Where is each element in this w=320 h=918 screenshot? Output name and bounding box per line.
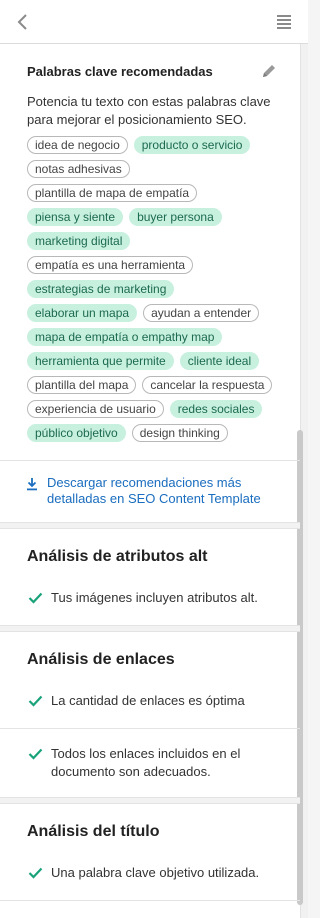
check-icon: [28, 591, 43, 604]
keyword-tag[interactable]: experiencia de usuario: [27, 400, 164, 418]
download-recommendations-link[interactable]: Descargar recomendaciones más detalladas…: [47, 475, 277, 507]
keyword-tag[interactable]: notas adhesivas: [27, 160, 130, 178]
keyword-tag[interactable]: público objetivo: [27, 424, 126, 442]
alt-analysis-item: Tus imágenes incluyen atributos alt.: [51, 590, 258, 605]
check-icon: [28, 866, 43, 879]
divider: [0, 728, 300, 729]
check-icon: [28, 694, 43, 707]
alt-analysis-title: Análisis de atributos alt: [27, 548, 208, 565]
keyword-tag[interactable]: cliente ideal: [179, 352, 260, 370]
keywords-title: Palabras clave recomendadas: [27, 64, 213, 79]
keyword-tag[interactable]: marketing digital: [27, 232, 131, 250]
divider: [0, 460, 300, 461]
divider: [0, 900, 300, 901]
section-separator: [0, 522, 300, 529]
keyword-tag[interactable]: cancelar la respuesta: [142, 376, 273, 394]
keyword-tag[interactable]: piensa y siente: [27, 208, 124, 226]
keyword-tag[interactable]: mapa de empatía o empathy map: [27, 328, 223, 346]
links-analysis-item: Todos los enlaces incluidos en el docume…: [51, 746, 241, 779]
keyword-tag[interactable]: plantilla del mapa: [27, 376, 137, 394]
keyword-tag[interactable]: estrategias de marketing: [27, 280, 175, 298]
links-analysis-title: Análisis de enlaces: [27, 651, 175, 668]
download-icon[interactable]: [26, 477, 38, 491]
title-analysis-item: Una palabra clave objetivo utilizada.: [51, 865, 260, 880]
keyword-tags: idea de negocio producto o servicio notas …: [27, 136, 289, 442]
check-icon: [28, 747, 43, 760]
keyword-tag[interactable]: elaborar un mapa: [27, 304, 138, 322]
top-bar: [0, 0, 308, 44]
keyword-tag[interactable]: redes sociales: [169, 400, 263, 418]
keyword-tag[interactable]: producto o servicio: [133, 136, 251, 154]
keyword-tag[interactable]: idea de negocio: [27, 136, 128, 154]
title-analysis-title: Análisis del título: [27, 823, 160, 840]
pencil-icon[interactable]: [261, 63, 277, 79]
scrollbar-thumb[interactable]: [297, 430, 303, 905]
keyword-tag[interactable]: herramienta que permite: [27, 352, 174, 370]
section-separator: [0, 625, 300, 632]
keyword-tag[interactable]: design thinking: [131, 424, 228, 442]
keyword-tag[interactable]: ayudan a entender: [143, 304, 260, 322]
section-separator: [0, 797, 300, 804]
keyword-tag[interactable]: empatía es una herramienta: [27, 256, 194, 274]
keyword-tag[interactable]: buyer persona: [129, 208, 222, 226]
links-analysis-item: La cantidad de enlaces es óptima: [51, 693, 245, 708]
keyword-tag[interactable]: plantilla de mapa de empatía: [27, 184, 198, 202]
keywords-description: Potencia tu texto con estas palabras cla…: [27, 94, 271, 127]
hamburger-menu-icon[interactable]: [276, 14, 292, 30]
chevron-left-icon[interactable]: [14, 12, 32, 32]
